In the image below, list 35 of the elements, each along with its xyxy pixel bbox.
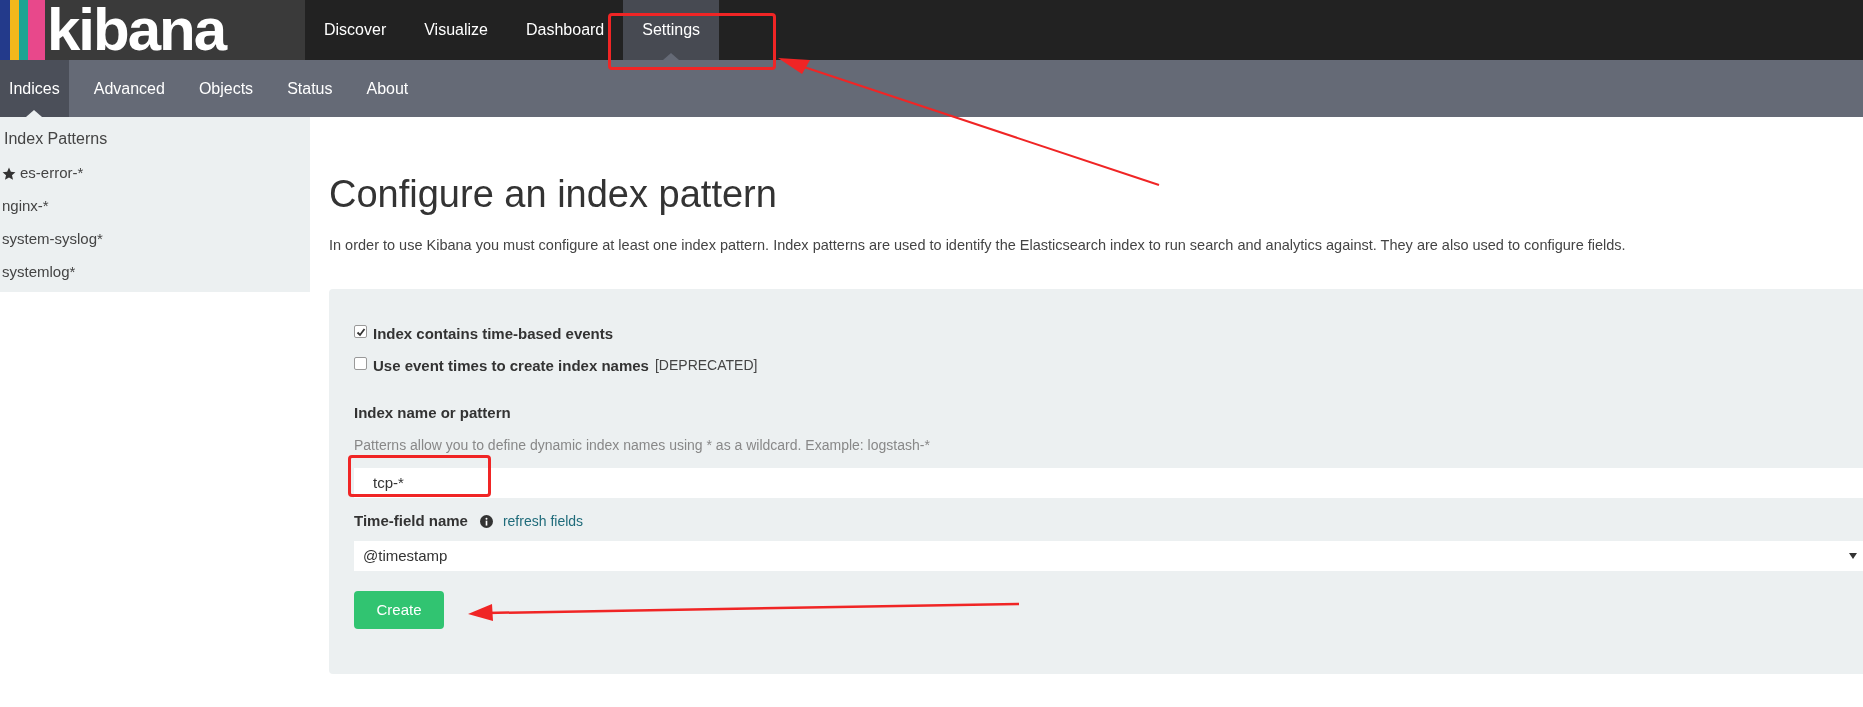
info-icon[interactable] — [479, 514, 493, 528]
index-pattern-link[interactable]: system-syslog* — [0, 223, 310, 256]
index-pattern-name: systemlog* — [2, 262, 76, 283]
field-label: Time-field name — [354, 511, 468, 531]
checkbox-label: Use event times to create index names — [373, 355, 649, 376]
top-nav-tab[interactable]: Discover — [305, 0, 406, 60]
index-pattern-input[interactable]: tcp-* — [354, 468, 1863, 499]
sidebar-title: Index Patterns — [3, 129, 109, 149]
time-field-select[interactable]: @timestamp — [354, 541, 1863, 572]
refresh-fields-link[interactable]: refresh fields — [502, 510, 584, 532]
index-pattern-link[interactable]: nginx-* — [0, 190, 310, 223]
page-description: In order to use Kibana you must configure at least one index pattern. Index patterns are used to identify the Elasticsearch index to run search and analytics against. They are also used to configure fields. — [329, 236, 1627, 255]
sub-nav-tab[interactable]: About — [357, 60, 418, 117]
sub-nav-tab[interactable]: Status — [278, 60, 342, 117]
dropdown-caret-icon — [1849, 553, 1857, 560]
page-title: Configure an index pattern — [329, 172, 778, 217]
field-label: Index name or pattern — [354, 402, 512, 423]
index-pattern-link[interactable]: es-error-* — [0, 157, 310, 190]
checkbox-label: Index contains time-based events — [373, 323, 614, 344]
index-pattern-name: nginx-* — [2, 196, 49, 217]
top-nav-tab[interactable]: Visualize — [405, 0, 507, 60]
help-text: Patterns allow you to define dynamic index names using * as a wildcard. Example: logstash-* — [354, 436, 931, 456]
index-pattern-name: es-error-* — [20, 163, 84, 184]
top-nav-tab[interactable]: Settings — [623, 0, 720, 60]
checkbox[interactable] — [354, 357, 367, 371]
index-pattern-name: system-syslog* — [2, 229, 103, 250]
checkbox[interactable] — [354, 325, 367, 339]
top-nav-tab[interactable]: Dashboard — [507, 0, 624, 60]
sub-nav-tab[interactable]: Indices — [0, 60, 69, 117]
sub-nav-tab[interactable]: Objects — [189, 60, 263, 117]
index-pattern-link[interactable]: systemlog* — [0, 256, 310, 289]
kibana-logo[interactable]: kibana — [0, 0, 305, 60]
logo-text: kibana — [47, 1, 227, 59]
sub-nav-tab[interactable]: Advanced — [84, 60, 174, 117]
deprecated-note: [DEPRECATED] — [654, 356, 758, 376]
